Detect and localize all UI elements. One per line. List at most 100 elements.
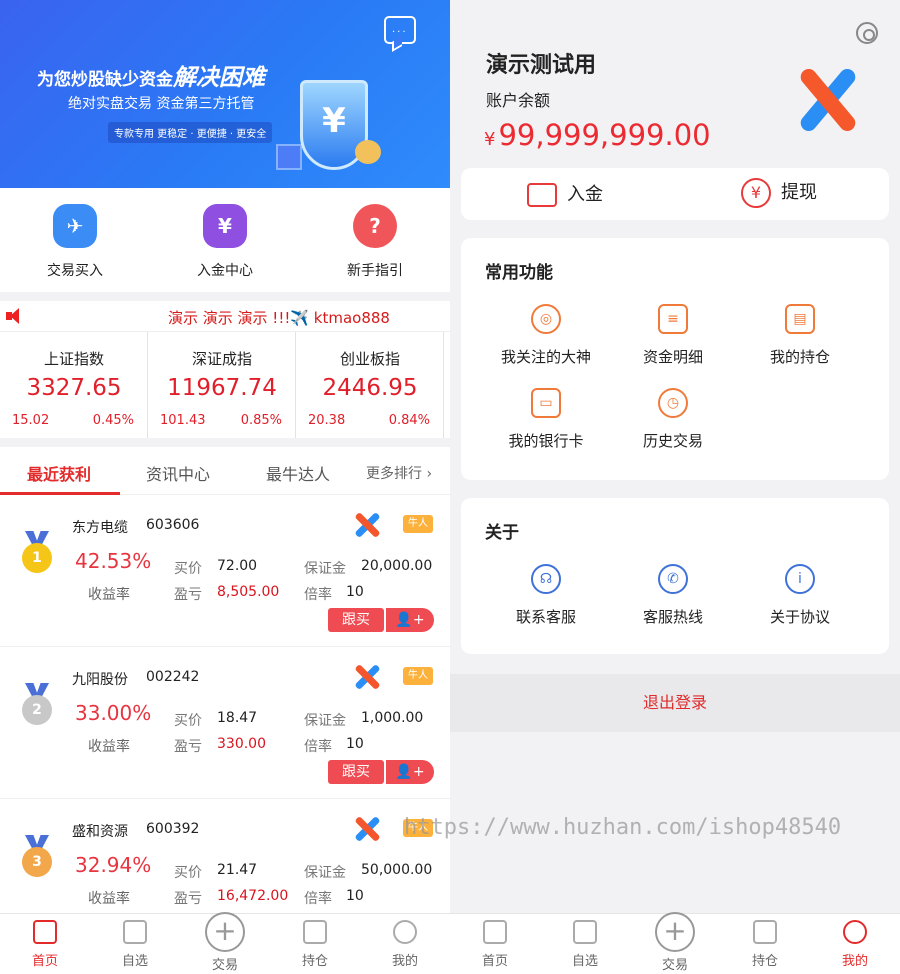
quick-trade-buy[interactable]: ✈ 交易买入 [25,202,125,280]
section-title: 常用功能 [485,263,553,283]
withdraw-button[interactable]: ¥ 提现 [741,178,817,208]
profit-list: 1 东方电缆 603606 牛人 42.53% 收益率 买价 72.00 盈亏 … [0,495,450,951]
profit-rate-label: 收益率 [88,891,130,907]
section-title: 关于 [485,523,519,543]
more-rankings-link[interactable]: 更多排行 › [366,463,432,483]
follow-buy-button[interactable]: 跟买 [328,760,384,784]
index-percent: 0.85% [240,413,282,428]
banner-tagline: 专款专用 更稳定 · 更便捷 · 更安全 [108,122,273,143]
menu-my-positions[interactable]: ▤ 我的持仓 [740,304,860,367]
multiple-label: 倍率 [304,739,332,755]
logout-button[interactable]: 退出登录 [450,674,900,732]
nav-trade[interactable]: + 交易 [640,912,710,973]
index-name: 创业板指 [339,350,400,368]
index-card[interactable]: 创业板指 2446.95 20.38 0.84% [296,332,444,438]
about-card: 关于 ☊ 联系客服 ✆ 客服热线 i 关于协议 [461,498,889,654]
index-card[interactable]: 上证指数 3327.65 15.02 0.45% [0,332,148,438]
promo-banner[interactable]: ··· 为您炒股缺少资金解决困难 绝对实盘交易 资金第三方托管 专款专用 更稳定… [0,0,450,188]
index-name: 上证指数 [43,350,104,368]
tab-news-center[interactable]: 资讯中心 [146,461,210,485]
buy-price-label: 买价 [174,713,202,729]
pnl-value: 16,472.00 [217,888,289,904]
phone-icon: ✆ [658,564,688,594]
margin-label: 保证金 [304,865,346,881]
card-icon [527,183,557,207]
multiple-value: 10 [346,736,364,752]
nav-watchlist[interactable]: 自选 [550,920,620,969]
menu-followed-masters[interactable]: ◎ 我关注的大神 [486,304,606,367]
index-value: 2446.95 [322,375,418,401]
quick-actions: ✈ 交易买入 ¥ 入金中心 ? 新手指引 [0,188,450,292]
quick-deposit-center[interactable]: ¥ 入金中心 [175,202,275,280]
margin-label: 保证金 [304,561,346,577]
coin-stack-icon [355,140,381,164]
multiple-label: 倍率 [304,891,332,907]
paper-plane-icon: ✈ [53,204,97,248]
nav-positions[interactable]: 持仓 [280,920,350,969]
margin-label: 保证金 [304,713,346,729]
plus-circle-icon: + [205,912,245,952]
card-icon: ▭ [531,388,561,418]
ranking-tabs: 最近获利 资讯中心 最牛达人 更多排行 › [0,447,450,495]
nav-mine[interactable]: 我的 [820,920,890,969]
tab-recent-profit[interactable]: 最近获利 [27,461,91,485]
index-change: 20.38 [308,413,346,428]
silver-medal-icon: 2 [20,683,54,727]
common-functions-card: 常用功能 ◎ 我关注的大神 ≡ 资金明细 ▤ 我的持仓 ▭ 我的银行卡 ◷ 历史交易 [461,238,889,480]
yen-circle-icon: ¥ [741,178,771,208]
bar-chart-icon [753,920,777,944]
margin-value: 1,000.00 [361,710,424,726]
home-screen: ··· 为您炒股缺少资金解决困难 绝对实盘交易 资金第三方托管 专款专用 更稳定… [0,0,450,974]
cash-actions: 入金 ¥ 提现 [461,168,889,220]
profit-rate: 32.94% [75,853,152,877]
pnl-label: 盈亏 [174,739,202,755]
banner-subline: 绝对实盘交易 资金第三方托管 [68,96,255,112]
list-item[interactable]: 2 九阳股份 002242 牛人 33.00% 收益率 买价 18.47 盈亏 … [0,647,450,799]
stock-code: 002242 [146,669,200,685]
nav-home[interactable]: 首页 [10,920,80,969]
document-icon: ▤ [785,304,815,334]
balance-label: 账户余额 [486,91,551,110]
banner-headline: 为您炒股缺少资金解决困难 [37,65,265,91]
chart-icon [573,920,597,944]
ticker-text: 演示 演示 演示 !!!✈️ ktmao888 [168,309,390,327]
menu-fund-details[interactable]: ≡ 资金明细 [613,304,733,367]
deposit-button[interactable]: 入金 [527,180,603,207]
pnl-value: 8,505.00 [217,584,280,600]
gear-icon[interactable] [856,22,878,44]
quick-label: 交易买入 [47,263,103,279]
bottom-nav: 首页 自选 + 交易 持仓 我的 [0,912,450,974]
add-follow-button[interactable]: 👤+ [386,608,434,632]
user-icon [393,920,417,944]
nav-trade[interactable]: + 交易 [190,912,260,973]
headset-icon: ☊ [531,564,561,594]
nav-positions[interactable]: 持仓 [730,920,800,969]
menu-agreement[interactable]: i 关于协议 [740,564,860,627]
quick-label: 入金中心 [197,263,253,279]
profit-rate: 42.53% [75,549,152,573]
index-change: 101.43 [160,413,206,428]
index-card[interactable]: 深证成指 11967.74 101.43 0.85% [148,332,296,438]
market-indices: 上证指数 3327.65 15.02 0.45% 深证成指 11967.74 1… [0,331,450,438]
chat-bubble-icon[interactable]: ··· [384,16,416,44]
menu-bank-cards[interactable]: ▭ 我的银行卡 [486,388,606,451]
nav-home[interactable]: 首页 [460,920,530,969]
brand-logo-icon [354,815,381,843]
menu-contact-support[interactable]: ☊ 联系客服 [486,564,606,627]
stock-code: 600392 [146,821,200,837]
notice-ticker[interactable]: 演示 演示 演示 !!!✈️ ktmao888 [0,301,450,331]
follow-buy-button[interactable]: 跟买 [328,608,384,632]
user-add-icon: 👤 [395,764,413,780]
menu-trade-history[interactable]: ◷ 历史交易 [613,388,733,451]
bar-chart-icon [303,920,327,944]
list-item[interactable]: 1 东方电缆 603606 牛人 42.53% 收益率 买价 72.00 盈亏 … [0,495,450,647]
quick-guide[interactable]: ? 新手指引 [325,202,425,280]
add-follow-button[interactable]: 👤+ [386,760,434,784]
nav-watchlist[interactable]: 自选 [100,920,170,969]
watermark: https://www.huzhan.com/ishop48540 [404,815,842,840]
nav-mine[interactable]: 我的 [370,920,440,969]
user-icon [843,920,867,944]
menu-hotline[interactable]: ✆ 客服热线 [613,564,733,627]
chart-icon [123,920,147,944]
tab-top-traders[interactable]: 最牛达人 [266,461,330,485]
